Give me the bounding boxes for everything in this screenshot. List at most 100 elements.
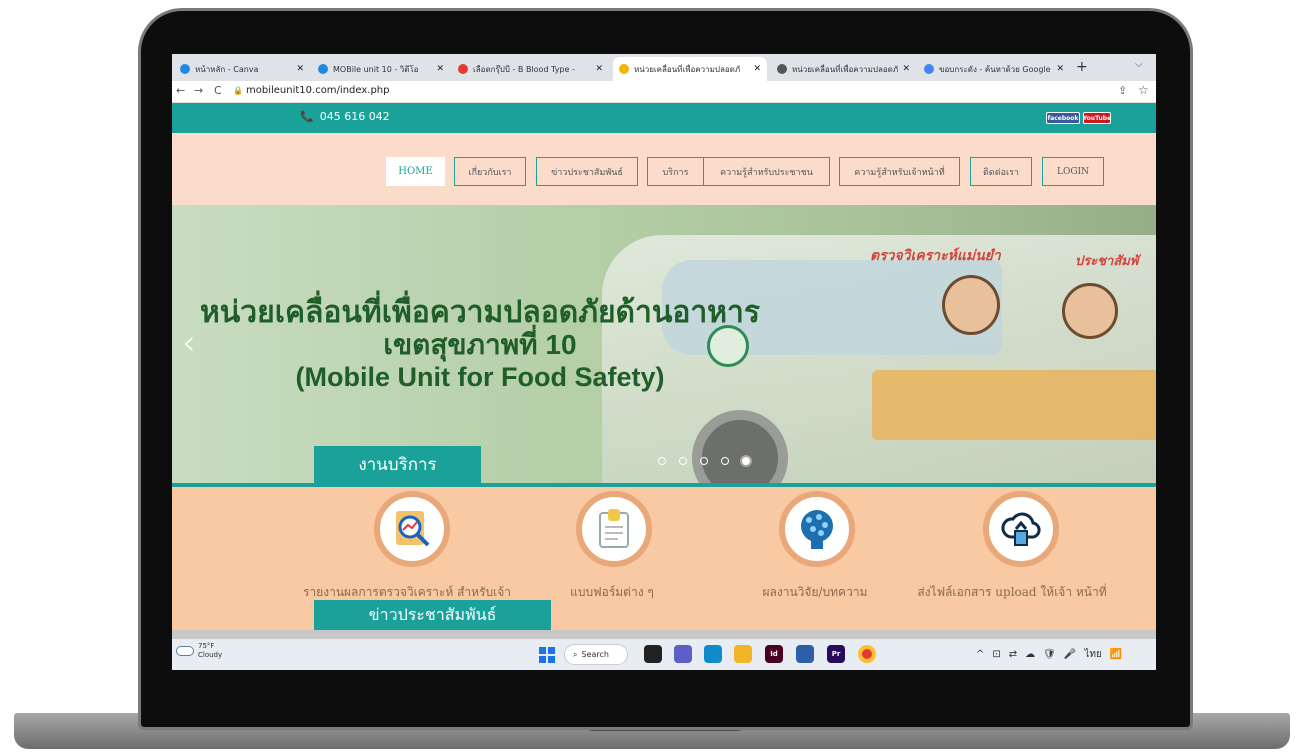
tab-favicon-icon	[619, 64, 629, 74]
lock-icon: 🔒	[233, 86, 243, 95]
service-label[interactable]: ส่งไฟล์เอกสาร upload ให้เจ้า หน้าที่	[902, 583, 1122, 601]
tab-search-icon[interactable]: ⌵	[1135, 59, 1143, 70]
browser-tab[interactable]: หน่วยเคลื่อนที่เพื่อความปลอดภั ✕	[771, 57, 916, 81]
menu-item-contact[interactable]: ติดต่อเรา	[970, 157, 1032, 186]
close-tab-icon[interactable]: ✕	[595, 64, 603, 74]
file-explorer-icon[interactable]	[644, 645, 662, 663]
hero-tag-analysis: ตรวจวิเคราะห์แม่นยำ	[870, 248, 1001, 264]
food-counter	[872, 370, 1156, 440]
carousel-dot[interactable]	[742, 457, 750, 465]
edge-icon[interactable]	[704, 645, 722, 663]
cloud-icon	[176, 646, 194, 656]
menu-item-services[interactable]: บริการ	[647, 157, 704, 186]
phone-number: 045 616 042	[319, 110, 390, 123]
browser-tab[interactable]: เลือดกรุ๊ปบี - B Blood Type - ✕	[452, 57, 609, 81]
close-tab-icon[interactable]: ✕	[1056, 64, 1064, 74]
bookmark-star-icon[interactable]: ☆	[1138, 83, 1149, 97]
menu-item-home[interactable]: HOME	[386, 157, 445, 186]
carousel-prev-icon[interactable]: ‹	[182, 323, 196, 363]
carousel-dot[interactable]	[721, 457, 729, 465]
back-icon[interactable]: ←	[176, 84, 185, 97]
tab-favicon-icon	[924, 64, 934, 74]
chrome-icon[interactable]	[858, 645, 876, 663]
hero-title-line: หน่วยเคลื่อนที่เพื่อความปลอดภัยด้านอาหาร	[199, 296, 760, 329]
tray-item[interactable]: ⊡	[992, 649, 1000, 660]
indesign-icon[interactable]: Id	[765, 645, 783, 663]
tab-label: หน่วยเคลื่อนที่เพื่อความปลอดภั	[792, 64, 899, 74]
news-heading: ข่าวประชาสัมพันธ์	[314, 600, 551, 630]
staff-figure	[1062, 283, 1118, 339]
menu-item-news[interactable]: ข่าวประชาสัมพันธ์	[536, 157, 638, 186]
tray-item[interactable]: ⇄	[1009, 649, 1017, 660]
windows-start-icon[interactable]	[539, 647, 555, 663]
tab-favicon-icon	[458, 64, 468, 74]
carousel-dot[interactable]	[658, 457, 666, 465]
tab-favicon-icon	[777, 64, 787, 74]
close-tab-icon[interactable]: ✕	[902, 64, 910, 74]
tab-label: ขอบกระดัง - ค้นหาด้วย Google	[939, 64, 1051, 74]
search-label: Search	[581, 650, 609, 659]
form-document-icon[interactable]	[576, 491, 652, 567]
browser-tab[interactable]: หน่วยเคลื่อนที่เพื่อความปลอดภั ✕	[613, 57, 767, 81]
service-label[interactable]: ผลงานวิจัย/บทความ	[725, 583, 905, 601]
phone-contact: 📞 045 616 042	[300, 110, 390, 123]
forward-icon[interactable]: →	[194, 84, 203, 97]
menu-item-staff-knowledge[interactable]: ความรู้สำหรับเจ้าหน้าที่	[839, 157, 960, 186]
hero-title-line: เขตสุขภาพที่ 10	[383, 329, 577, 360]
tray-item[interactable]: ^	[976, 649, 984, 660]
carousel-dot[interactable]	[700, 457, 708, 465]
chat-icon[interactable]	[674, 645, 692, 663]
youtube-link[interactable]: YouTube	[1083, 112, 1111, 124]
windows-taskbar: 75°F Cloudy ⌕ Search Id Pr ^ ⊡ ⇄ ☁ 🛡 🎤 ไทย 📶	[172, 639, 1156, 670]
cloud-upload-icon[interactable]	[983, 491, 1059, 567]
tab-label: เลือดกรุ๊ปบี - B Blood Type -	[473, 64, 575, 74]
tab-label: หน้าหลัก - Canva	[195, 64, 259, 74]
site-top-bar: 📞 045 616 042 facebook YouTube	[172, 103, 1156, 133]
tray-item[interactable]: ☁	[1025, 649, 1035, 660]
menu-item-public-knowledge[interactable]: ความรู้สำหรับประชาชน	[703, 157, 830, 186]
browser-tab[interactable]: ขอบกระดัง - ค้นหาด้วย Google ✕	[918, 57, 1070, 81]
close-tab-icon[interactable]: ✕	[436, 64, 444, 74]
new-tab-button[interactable]: +	[1076, 59, 1088, 75]
browser-tab-strip: หน้าหลัก - Canva ✕ MOBile unit 10 - วิดีโอ…	[172, 54, 1156, 81]
horizontal-scrollbar[interactable]	[172, 630, 1156, 639]
staff-figure	[942, 275, 1000, 335]
facebook-link[interactable]: facebook	[1046, 112, 1080, 124]
folder-icon[interactable]	[734, 645, 752, 663]
premiere-icon[interactable]: Pr	[827, 645, 845, 663]
address-bar: ← → C 🔒 mobileunit10.com/index.php ⇪ ☆	[172, 81, 1156, 103]
system-tray: ^ ⊡ ⇄ ☁ 🛡 🎤 ไทย 📶	[976, 647, 1122, 662]
hero-tag-pr: ประชาสัมพั	[1075, 254, 1139, 269]
browser-tab[interactable]: MOBile unit 10 - วิดีโอ ✕	[312, 57, 450, 81]
close-tab-icon[interactable]: ✕	[296, 64, 304, 74]
hero-title: หน่วยเคลื่อนที่เพื่อความปลอดภัยด้านอาหาร…	[190, 297, 770, 393]
app-blue-icon[interactable]	[796, 645, 814, 663]
carousel-indicators	[658, 457, 750, 465]
weather-condition: Cloudy	[198, 651, 223, 659]
tray-item[interactable]: 🎤	[1064, 649, 1076, 660]
browser-tab[interactable]: หน้าหลัก - Canva ✕	[174, 57, 310, 81]
close-tab-icon[interactable]: ✕	[753, 64, 761, 74]
tray-item[interactable]: ไทย	[1084, 647, 1101, 662]
report-analysis-icon[interactable]	[374, 491, 450, 567]
tab-label: MOBile unit 10 - วิดีโอ	[333, 64, 419, 74]
hero-title-line: (Mobile Unit for Food Safety)	[295, 362, 665, 392]
weather-widget[interactable]: 75°F Cloudy	[176, 642, 222, 660]
tray-item[interactable]: 🛡	[1043, 649, 1056, 660]
url-field[interactable]: mobileunit10.com/index.php	[246, 85, 390, 96]
service-label[interactable]: แบบฟอร์มต่าง ๆ	[522, 583, 702, 601]
phone-icon: 📞	[300, 110, 314, 123]
services-heading: งานบริการ	[314, 446, 481, 483]
menu-item-about[interactable]: เกี่ยวกับเรา	[454, 157, 526, 186]
reload-icon[interactable]: C	[214, 84, 222, 97]
tray-item[interactable]: 📶	[1110, 649, 1122, 660]
menu-item-login[interactable]: LOGIN	[1042, 157, 1104, 186]
hero-carousel: ตรวจวิเคราะห์แม่นยำ ประชาสัมพั หน่วยเคลื…	[172, 205, 1156, 483]
carousel-dot[interactable]	[679, 457, 687, 465]
research-brain-icon[interactable]	[779, 491, 855, 567]
share-icon[interactable]: ⇪	[1118, 84, 1127, 97]
tab-favicon-icon	[318, 64, 328, 74]
main-menu: HOME เกี่ยวกับเรา ข่าวประชาสัมพันธ์ บริก…	[172, 133, 1156, 205]
tab-favicon-icon	[180, 64, 190, 74]
taskbar-search[interactable]: ⌕ Search	[564, 644, 628, 665]
